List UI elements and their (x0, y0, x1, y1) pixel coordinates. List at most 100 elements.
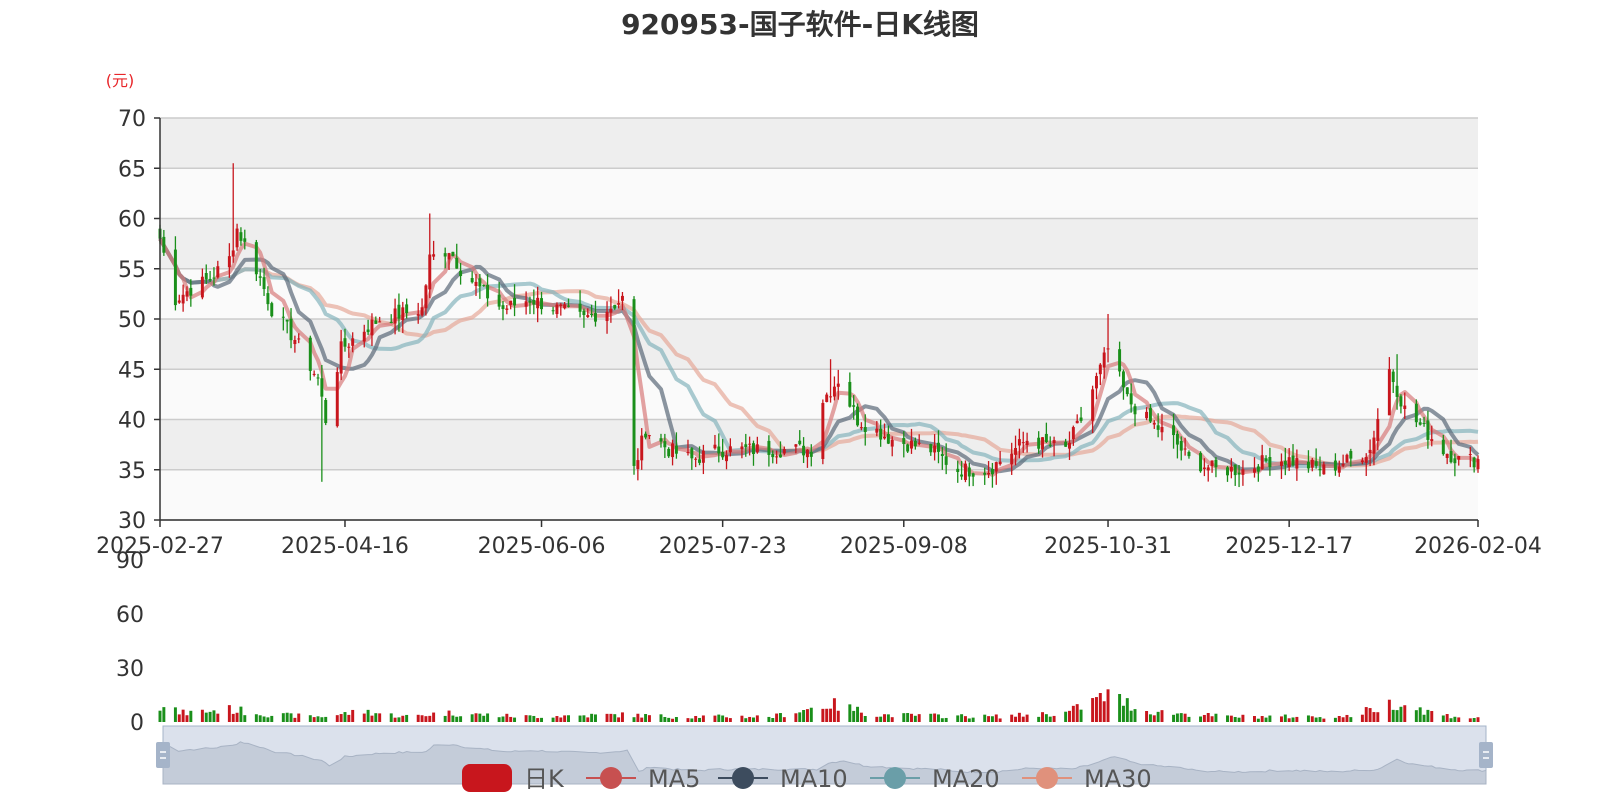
volume-bar (740, 715, 744, 722)
volume-bar (177, 714, 181, 722)
volume-bar (987, 716, 991, 722)
candle (821, 399, 825, 465)
volume-bar (721, 715, 725, 722)
date-axis: 2025-02-27 2025-04-16 2025-06-06 2025-07-23… (96, 519, 1542, 559)
legend-label: 日K (524, 765, 565, 793)
kline-chart: 920953-国子软件-日K线图 (元) 303540455055606570 … (96, 8, 1542, 793)
volume-bar (671, 718, 675, 722)
legend-item-ma10[interactable]: MA10 (718, 765, 848, 793)
volume-bar (640, 717, 644, 722)
volume-bar (158, 710, 162, 722)
volume-bar (1075, 704, 1079, 722)
volume-bar (1017, 712, 1021, 722)
slider-handle-left[interactable] (156, 742, 170, 768)
volume-bar (1291, 717, 1295, 722)
volume-bar (428, 715, 432, 722)
volume-bar (482, 715, 486, 722)
volume-bar (809, 707, 813, 722)
volume-bar (1287, 718, 1291, 722)
legend-item-ma20[interactable]: MA20 (870, 765, 1000, 793)
volume-bar (613, 714, 617, 722)
volume-bar (474, 713, 478, 722)
volume-bar (270, 715, 274, 722)
volume-bar (1052, 715, 1056, 722)
volume-bar (459, 716, 463, 722)
volume-bar (185, 715, 189, 722)
volume-bar (1422, 714, 1426, 722)
volume-bar (609, 713, 613, 722)
candle (451, 251, 455, 257)
volume-bar (956, 715, 960, 722)
price-tick-label: 30 (118, 509, 146, 534)
volume-bar (1253, 716, 1256, 722)
volume-bar (1391, 709, 1395, 722)
volume-bar (1233, 716, 1237, 722)
volume-bar (983, 714, 987, 722)
volume-bar (775, 713, 779, 722)
volume-bar (663, 717, 667, 722)
volume-bar (227, 705, 231, 722)
slider-handle-right[interactable] (1479, 742, 1493, 768)
volume-bar (1241, 714, 1245, 722)
volume-bar (605, 713, 609, 722)
volume-bar (1098, 693, 1102, 722)
volume-bar (1310, 716, 1314, 722)
volume-bar (1145, 711, 1149, 722)
volume-bar (1333, 717, 1337, 722)
volume-bar (1102, 701, 1106, 722)
volume-bar (636, 713, 640, 722)
volume-bar (339, 714, 343, 722)
volume-bar (717, 714, 721, 722)
price-band (160, 469, 1478, 520)
volume-bar (744, 718, 748, 722)
volume-bar (513, 717, 517, 722)
volume-bar (1476, 717, 1480, 722)
date-tick-label: 2025-06-06 (478, 534, 606, 559)
price-tick-label: 40 (118, 409, 146, 434)
legend-item-ma30[interactable]: MA30 (1022, 765, 1152, 793)
volume-bar (929, 713, 933, 722)
volume-bar (393, 717, 397, 722)
candle (1345, 453, 1349, 463)
volume-bar (586, 717, 590, 722)
volume-bar (1256, 718, 1260, 722)
volume-bar (802, 709, 806, 722)
volume-bar (551, 717, 555, 722)
volume-bar (1079, 709, 1083, 722)
candle (856, 403, 860, 427)
volume-bar (590, 713, 594, 722)
volume-bar (432, 712, 436, 722)
volume-bar (366, 709, 370, 722)
volume-bar (1237, 717, 1241, 722)
legend-label: MA10 (780, 765, 848, 793)
volume-bar (497, 717, 501, 722)
date-tick-label: 2025-09-08 (840, 534, 968, 559)
volume-bar (501, 716, 505, 722)
volume-bar (567, 715, 570, 722)
candle (324, 397, 328, 426)
volume-bar (181, 709, 185, 722)
volume-bar (540, 717, 544, 722)
volume-bar (204, 712, 208, 722)
volume-bar (1468, 718, 1472, 722)
volume-bar (967, 718, 971, 722)
price-tick-label: 65 (118, 157, 146, 182)
volume-bar (254, 714, 258, 722)
volume-bar (555, 716, 559, 722)
volume-bar (1268, 715, 1272, 722)
volume-bar (1048, 716, 1052, 722)
volume-bar (189, 710, 193, 722)
candle (1199, 451, 1203, 473)
volume-bar (455, 716, 459, 722)
volume-bar (728, 718, 732, 722)
volume-bar (960, 714, 964, 722)
price-band (160, 168, 1478, 219)
volume-bar (694, 715, 698, 722)
volume-bar (620, 712, 624, 722)
volume-bar (405, 714, 409, 722)
volume-bar (1021, 716, 1025, 722)
volume-bar (883, 714, 886, 722)
volume-bar (243, 715, 247, 722)
volume-bar (998, 718, 1002, 722)
volume-bar (347, 714, 351, 722)
